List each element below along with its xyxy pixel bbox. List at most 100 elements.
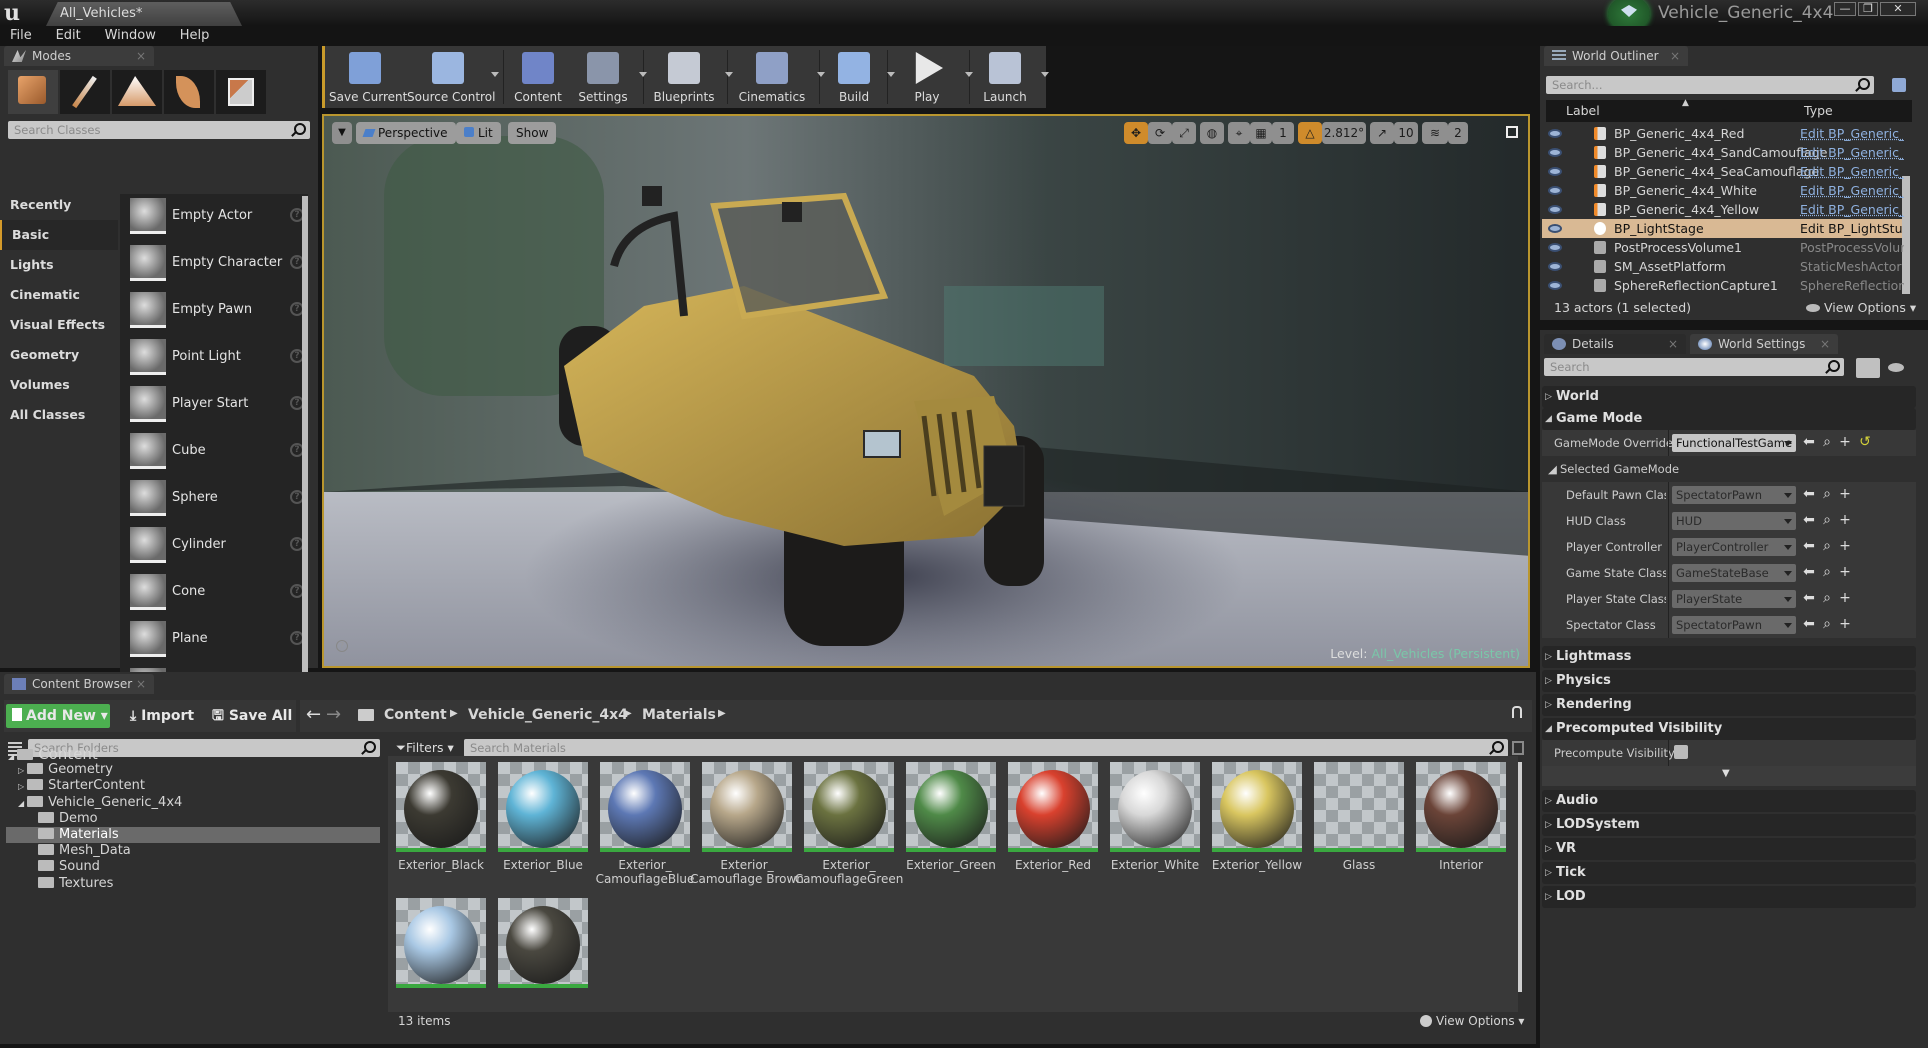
browse-to-asset-icon[interactable]: ⬅: [1802, 486, 1816, 502]
actor-type[interactable]: Edit BP_Generic_: [1800, 200, 1904, 219]
add-new-button[interactable]: Add New ▾: [6, 704, 110, 728]
close-tab-icon[interactable]: ×: [1820, 334, 1830, 354]
save-search-icon[interactable]: [1512, 741, 1524, 755]
menu-window[interactable]: Window: [95, 26, 166, 46]
tab-world-settings[interactable]: World Settings ×: [1690, 334, 1838, 354]
find-asset-icon[interactable]: ⌕: [1820, 564, 1834, 580]
category-precomputed-visibility[interactable]: ◢ Precomputed Visibility: [1542, 718, 1916, 740]
category-lodsystem[interactable]: ▷ LODSystem: [1542, 814, 1916, 836]
breadcrumb-separator-icon[interactable]: ▶: [624, 708, 632, 719]
asset-tile[interactable]: [498, 898, 588, 1010]
paint-mode-button[interactable]: [60, 70, 110, 114]
folder-startercontent[interactable]: ▷ StarterContent: [6, 778, 380, 794]
category-geometry[interactable]: Geometry: [0, 340, 118, 370]
cb-view-options[interactable]: View Options ▾: [1420, 1014, 1524, 1028]
advanced-toggle[interactable]: ▼: [1542, 766, 1916, 786]
create-new-icon[interactable]: +: [1838, 512, 1852, 528]
search-classes-input[interactable]: Search Classes: [8, 121, 310, 139]
create-new-icon[interactable]: +: [1838, 486, 1852, 502]
asset-tile[interactable]: Exterior_ CamouflageBlue: [596, 762, 694, 886]
close-tab-icon[interactable]: ×: [1668, 334, 1678, 354]
asset-tile[interactable]: Exterior_ CamouflageGreen: [795, 762, 903, 886]
asset-tile[interactable]: Exterior_Green: [906, 762, 996, 874]
find-asset-icon[interactable]: ⌕: [1820, 538, 1834, 554]
visibility-eye-icon[interactable]: [1548, 224, 1562, 233]
browse-to-asset-icon[interactable]: ⬅: [1802, 590, 1816, 606]
type-column-header[interactable]: Type: [1804, 103, 1833, 118]
expand-arrow-icon[interactable]: ◢: [8, 752, 14, 761]
find-asset-icon[interactable]: ⌕: [1820, 616, 1834, 632]
asset-tile[interactable]: Exterior_White: [1110, 762, 1200, 874]
class-item-cube[interactable]: Cube?: [124, 431, 304, 475]
menu-help[interactable]: Help: [170, 26, 220, 46]
class-combo[interactable]: SpectatorPawn: [1672, 486, 1796, 504]
find-asset-icon[interactable]: ⌕: [1820, 590, 1834, 606]
geometry-mode-button[interactable]: [216, 70, 266, 114]
breadcrumb-materials[interactable]: Materials: [642, 707, 716, 723]
create-new-icon[interactable]: +: [1838, 564, 1852, 580]
reset-to-default-icon[interactable]: ↺: [1858, 434, 1872, 450]
breadcrumb-content[interactable]: Content: [384, 707, 447, 723]
launch-button[interactable]: Launch: [971, 46, 1039, 108]
asset-tile[interactable]: Exterior_Blue: [498, 762, 588, 874]
level-viewport[interactable]: ▼ Perspective Lit Show ✥ ⟳ ⤢ ◍ ⌖ ▦ 1 △ 2…: [322, 114, 1530, 668]
settings-button[interactable]: Settings: [569, 46, 637, 108]
actor-type[interactable]: Edit BP_Generic_: [1800, 181, 1904, 200]
folder-textures[interactable]: Textures: [6, 876, 380, 892]
close-tab-icon[interactable]: ×: [136, 46, 146, 66]
outliner-row[interactable]: BP_Generic_4x4_Yellow Edit BP_Generic_: [1542, 200, 1904, 219]
actor-type[interactable]: Edit BP_LightStu: [1800, 219, 1904, 238]
camera-speed-icon[interactable]: ≋: [1422, 122, 1448, 144]
visibility-eye-icon[interactable]: [1548, 262, 1562, 271]
dropdown-arrow-icon[interactable]: [491, 72, 499, 77]
world-space-icon[interactable]: ◍: [1200, 122, 1224, 144]
save-all-button[interactable]: 🖫 Save All: [206, 704, 292, 728]
source-control-button[interactable]: Source Control: [407, 46, 495, 108]
asset-tile[interactable]: Glass: [1314, 762, 1404, 874]
scale-tool-icon[interactable]: ⤢: [1172, 122, 1196, 144]
category-recently-placed[interactable]: Recently Placed: [0, 190, 118, 242]
category-all-classes[interactable]: All Classes: [0, 400, 118, 430]
visibility-eye-icon[interactable]: [1548, 205, 1562, 214]
level-name[interactable]: All_Vehicles (Persistent): [1371, 646, 1520, 661]
visibility-eye-icon[interactable]: [1548, 148, 1562, 157]
expand-arrow-icon[interactable]: ▷: [18, 782, 24, 791]
maximize-viewport-icon[interactable]: [1506, 126, 1518, 138]
grid-snap-value[interactable]: 1: [1272, 122, 1294, 144]
find-asset-icon[interactable]: ⌕: [1820, 486, 1834, 502]
outliner-search-input[interactable]: Search...: [1546, 76, 1874, 94]
category-volumes[interactable]: Volumes: [0, 370, 118, 400]
camera-speed-value[interactable]: 2: [1448, 122, 1468, 144]
expand-arrow-icon[interactable]: ▷: [18, 766, 24, 775]
breadcrumb-separator-icon[interactable]: ▶: [450, 708, 458, 719]
add-folder-icon[interactable]: [1892, 78, 1906, 92]
visibility-eye-icon[interactable]: [1548, 243, 1562, 252]
back-arrow-icon[interactable]: ←: [306, 704, 321, 725]
gamemode-override-combo[interactable]: FunctionalTestGame: [1672, 434, 1796, 452]
scale-snap-value[interactable]: 10: [1394, 122, 1418, 144]
class-combo[interactable]: PlayerState: [1672, 590, 1796, 608]
asset-tile[interactable]: [396, 898, 486, 1010]
actor-type[interactable]: Edit BP_Generic_: [1800, 124, 1904, 143]
class-item-cylinder[interactable]: Cylinder?: [124, 525, 304, 569]
tab-modes[interactable]: Modes ×: [4, 46, 154, 66]
create-new-icon[interactable]: +: [1838, 616, 1852, 632]
folder-sound[interactable]: Sound: [6, 859, 380, 875]
browse-to-asset-icon[interactable]: ⬅: [1802, 616, 1816, 632]
visibility-eye-icon[interactable]: [1548, 281, 1562, 290]
visibility-eye-icon[interactable]: [1548, 167, 1562, 176]
save-current-button[interactable]: Save Current: [329, 46, 407, 108]
class-combo[interactable]: GameStateBase: [1672, 564, 1796, 582]
search-materials-input[interactable]: Search Materials: [464, 739, 1508, 757]
label-column-header[interactable]: Label: [1566, 103, 1600, 118]
class-item-empty-actor[interactable]: Empty Actor?: [124, 196, 304, 240]
filters-button[interactable]: ⏷Filters ▾: [396, 739, 454, 757]
visibility-eye-icon[interactable]: [1548, 186, 1562, 195]
outliner-row[interactable]: SM_AssetPlatform StaticMeshActor: [1542, 257, 1902, 276]
category-vr[interactable]: ▷ VR: [1542, 838, 1916, 860]
content-button[interactable]: Content: [513, 46, 563, 108]
show-flags-button[interactable]: Show: [508, 122, 557, 144]
tab-details[interactable]: Details ×: [1544, 334, 1686, 354]
visibility-filter-icon[interactable]: [1888, 363, 1904, 372]
class-item-cone[interactable]: Cone?: [124, 572, 304, 616]
